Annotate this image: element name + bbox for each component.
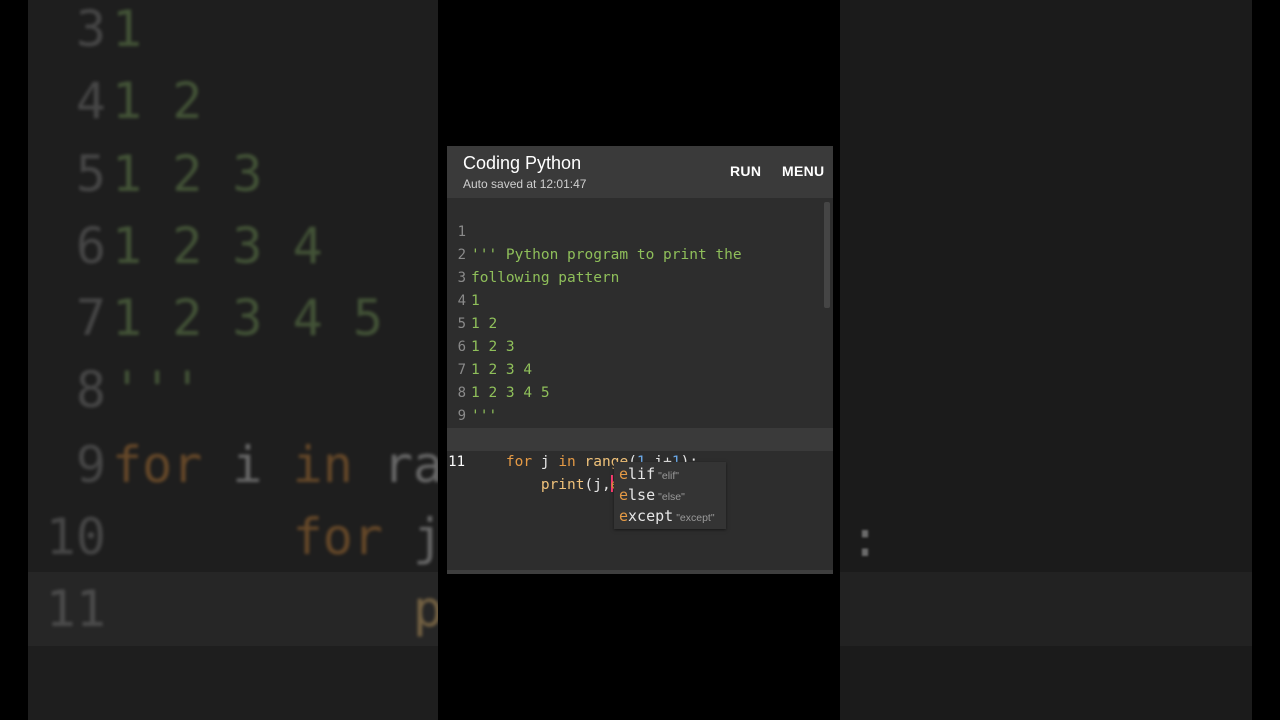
code-line: 1 ''' Python program to print the xyxy=(447,198,833,263)
code-line: 6 1 2 3 4 xyxy=(447,313,833,378)
bg-colon: : xyxy=(850,510,881,568)
autosave-status: Auto saved at 12:01:47 xyxy=(463,177,587,191)
bg-line: 51 2 3 xyxy=(75,145,263,203)
code-line: 5 1 2 3 xyxy=(447,290,833,355)
app-title: Coding Python xyxy=(463,153,582,173)
bottom-divider xyxy=(447,570,833,574)
code-line: 2 following pattern xyxy=(447,221,833,286)
bg-line: 8 ''' xyxy=(75,361,203,419)
menu-button[interactable]: MENU xyxy=(782,163,824,179)
code-line: 9 for i in range(6): xyxy=(447,382,833,447)
background-left-blur: 31 41 2 51 2 3 61 2 3 4 71 2 3 4 5 8 ''' … xyxy=(28,0,438,720)
bg-line: 9for i in ran xyxy=(75,436,438,494)
autocomplete-item-except[interactable]: except "except" xyxy=(619,505,715,526)
editor-scrollbar[interactable] xyxy=(824,202,830,308)
bg-line: 10 for j in xyxy=(45,508,438,566)
line-number: 11 xyxy=(448,454,465,470)
code-line: 4 1 2 xyxy=(447,267,833,332)
current-code-line: 11 print(j,e xyxy=(447,428,833,493)
code-text: print(j,e xyxy=(540,475,619,493)
bg-line: 71 2 3 4 5 xyxy=(75,289,383,347)
background-right-blur: : xyxy=(840,0,1252,720)
bg-line: 41 2 xyxy=(75,72,203,130)
autocomplete-popup: elif "elif" else "else" except "except" xyxy=(614,462,726,529)
autocomplete-item-else[interactable]: else "else" xyxy=(619,484,685,505)
background-current-line xyxy=(840,572,1252,646)
bg-line: 61 2 3 4 xyxy=(75,217,323,275)
run-button[interactable]: RUN xyxy=(730,163,761,179)
autocomplete-item-elif[interactable]: elif "elif" xyxy=(619,463,679,484)
code-line: 7 1 2 3 4 5 xyxy=(447,336,833,401)
code-line: 3 1 xyxy=(447,244,833,309)
code-line: 10 for j in range(1,i+1): xyxy=(447,405,833,470)
code-line: 8 ''' xyxy=(447,359,833,424)
bg-line: 11 prin xyxy=(45,580,438,638)
bg-line: 31 xyxy=(75,0,143,58)
app-bar: Coding Python Auto saved at 12:01:47 RUN… xyxy=(447,146,833,198)
